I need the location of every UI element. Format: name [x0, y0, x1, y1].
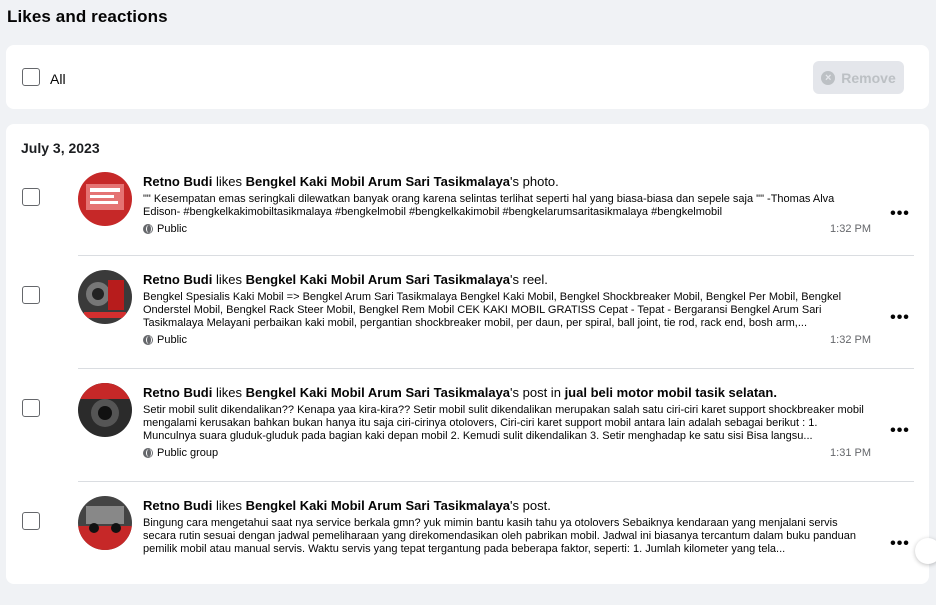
- item-meta: Public group 1:31 PM: [143, 447, 871, 459]
- item-body: "" Kesempatan emas seringkali dilewatkan…: [143, 193, 835, 218]
- close-circle-icon: ×: [821, 70, 836, 85]
- object-suffix: 's post.: [510, 498, 551, 513]
- divider: [78, 368, 914, 369]
- item-title[interactable]: Retno Budi likes Bengkel Kaki Mobil Arum…: [143, 174, 871, 190]
- remove-button-label: Remove: [841, 69, 896, 86]
- privacy-label: Public group: [157, 447, 219, 459]
- timestamp: 1:31 PM: [830, 447, 871, 459]
- post-thumbnail[interactable]: [78, 496, 132, 550]
- actor-name[interactable]: Retno Budi: [143, 385, 212, 400]
- more-options-button[interactable]: •••: [885, 536, 915, 556]
- object-suffix: 's reel.: [510, 272, 548, 287]
- selection-toolbar: All × Remove: [6, 45, 929, 109]
- item-title[interactable]: Retno Budi likes Bengkel Kaki Mobil Arum…: [143, 272, 871, 288]
- list-item: Retno Budi likes Bengkel Kaki Mobil Arum…: [6, 266, 929, 379]
- page-name[interactable]: Bengkel Kaki Mobil Arum Sari Tasikmalaya: [246, 272, 510, 287]
- select-all-checkbox[interactable]: [22, 68, 40, 86]
- globe-icon: [143, 224, 153, 234]
- item-body: Bengkel Spesialis Kaki Mobil => Bengkel …: [143, 291, 842, 329]
- remove-button[interactable]: × Remove: [813, 61, 904, 94]
- date-header: July 3, 2023: [21, 140, 100, 156]
- more-horizontal-icon: •••: [890, 422, 910, 439]
- divider: [78, 255, 914, 256]
- verb: likes: [215, 272, 242, 287]
- thumbnail-image: [78, 496, 132, 550]
- item-meta: Public 1:32 PM: [143, 223, 871, 235]
- privacy-label: Public: [157, 334, 187, 346]
- thumbnail-image: [78, 383, 132, 437]
- post-thumbnail[interactable]: [78, 172, 132, 226]
- more-horizontal-icon: •••: [890, 535, 910, 552]
- verb: likes: [215, 174, 242, 189]
- more-options-button[interactable]: •••: [885, 206, 915, 226]
- more-options-button[interactable]: •••: [885, 423, 915, 443]
- thumbnail-image: [78, 270, 132, 324]
- item-content: Retno Budi likes Bengkel Kaki Mobil Arum…: [143, 498, 871, 556]
- item-title[interactable]: Retno Budi likes Bengkel Kaki Mobil Arum…: [143, 498, 871, 514]
- timestamp: 1:32 PM: [830, 334, 871, 346]
- item-content: Retno Budi likes Bengkel Kaki Mobil Arum…: [143, 272, 871, 346]
- group-name[interactable]: jual beli motor mobil tasik selatan.: [565, 385, 777, 400]
- page-name[interactable]: Bengkel Kaki Mobil Arum Sari Tasikmalaya: [246, 174, 510, 189]
- select-all-label: All: [50, 71, 66, 87]
- item-checkbox[interactable]: [22, 286, 40, 304]
- divider: [78, 481, 914, 482]
- list-item: Retno Budi likes Bengkel Kaki Mobil Arum…: [6, 168, 929, 281]
- verb: likes: [215, 385, 242, 400]
- item-meta: Public 1:32 PM: [143, 334, 871, 346]
- object-suffix: 's photo.: [510, 174, 559, 189]
- actor-name[interactable]: Retno Budi: [143, 498, 212, 513]
- item-body: Bingung cara mengetahui saat nya service…: [143, 517, 856, 555]
- item-checkbox[interactable]: [22, 512, 40, 530]
- more-horizontal-icon: •••: [890, 205, 910, 222]
- globe-icon: [143, 448, 153, 458]
- privacy-label: Public: [157, 223, 187, 235]
- item-title[interactable]: Retno Budi likes Bengkel Kaki Mobil Arum…: [143, 385, 871, 401]
- actor-name[interactable]: Retno Budi: [143, 174, 212, 189]
- post-thumbnail[interactable]: [78, 383, 132, 437]
- thumbnail-image: [78, 172, 132, 226]
- activity-list: July 3, 2023 Retno Budi likes Bengkel Ka…: [6, 124, 936, 584]
- page-title: Likes and reactions: [7, 7, 168, 26]
- more-options-button[interactable]: •••: [885, 310, 915, 330]
- timestamp: 1:32 PM: [830, 223, 871, 235]
- item-content: Retno Budi likes Bengkel Kaki Mobil Arum…: [143, 174, 871, 235]
- item-checkbox[interactable]: [22, 188, 40, 206]
- list-item: Retno Budi likes Bengkel Kaki Mobil Arum…: [6, 379, 929, 492]
- page-name[interactable]: Bengkel Kaki Mobil Arum Sari Tasikmalaya: [246, 385, 510, 400]
- page-name[interactable]: Bengkel Kaki Mobil Arum Sari Tasikmalaya: [246, 498, 510, 513]
- globe-icon: [143, 335, 153, 345]
- list-item: Retno Budi likes Bengkel Kaki Mobil Arum…: [6, 492, 929, 605]
- actor-name[interactable]: Retno Budi: [143, 272, 212, 287]
- post-thumbnail[interactable]: [78, 270, 132, 324]
- verb: likes: [215, 498, 242, 513]
- object-suffix: 's post in: [510, 385, 561, 400]
- more-horizontal-icon: •••: [890, 309, 910, 326]
- item-content: Retno Budi likes Bengkel Kaki Mobil Arum…: [143, 385, 871, 459]
- scroll-button[interactable]: [915, 538, 936, 564]
- item-checkbox[interactable]: [22, 399, 40, 417]
- item-body: Setir mobil sulit dikendalikan?? Kenapa …: [143, 404, 864, 442]
